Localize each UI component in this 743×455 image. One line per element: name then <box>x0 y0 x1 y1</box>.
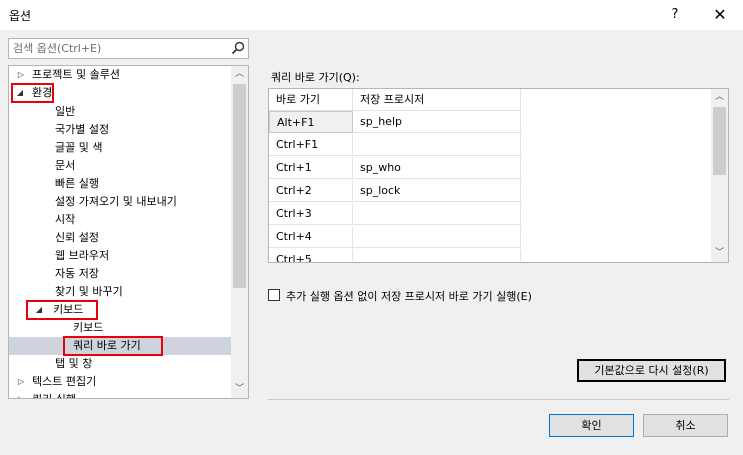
tree-item-tabs-windows[interactable]: 탭 및 창 <box>9 355 231 373</box>
scroll-thumb[interactable] <box>233 84 246 288</box>
expand-arrow-icon[interactable]: ▷ <box>16 391 26 398</box>
tree-item-general[interactable]: 일반 <box>9 103 231 121</box>
procedure-cell[interactable] <box>353 203 521 225</box>
shortcut-cell[interactable]: Ctrl+F1 <box>269 134 353 156</box>
search-input[interactable] <box>13 41 228 56</box>
shortcut-cell[interactable]: Ctrl+1 <box>269 157 353 179</box>
procedure-cell[interactable] <box>353 134 521 156</box>
tree-item-projects[interactable]: ▷ 프로젝트 및 솔루션 <box>9 66 231 84</box>
run-without-options-checkbox[interactable] <box>268 289 280 301</box>
highlight-box <box>63 336 163 356</box>
tree-item-trust[interactable]: 신뢰 설정 <box>9 229 231 247</box>
scroll-up-icon[interactable]: ︿ <box>231 66 248 83</box>
tree-item-find-replace[interactable]: 찾기 및 바꾸기 <box>9 283 231 301</box>
expand-arrow-icon[interactable]: ▷ <box>16 373 26 391</box>
help-button[interactable]: ? <box>663 4 687 26</box>
scroll-thumb[interactable] <box>713 107 726 175</box>
shortcuts-grid[interactable]: 바로 가기 저장 프로시저 Alt+F1 sp_help Ctrl+F1 Ctr… <box>268 88 729 263</box>
highlight-box <box>26 300 98 320</box>
shortcut-cell[interactable]: Ctrl+2 <box>269 180 353 202</box>
tree-item-fonts-colors[interactable]: 글꼴 및 색 <box>9 139 231 157</box>
window-title: 옵션 <box>9 9 32 23</box>
tree-item-autosave[interactable]: 자동 저장 <box>9 265 231 283</box>
close-button[interactable]: ✕ <box>706 4 734 26</box>
column-header-shortcut[interactable]: 바로 가기 <box>269 89 353 111</box>
tree-item-web-browser[interactable]: 웹 브라우저 <box>9 247 231 265</box>
tree-item-text-editor[interactable]: ▷ 텍스트 편집기 <box>9 373 231 391</box>
divider <box>268 399 729 400</box>
cancel-button[interactable]: 취소 <box>643 414 728 437</box>
shortcut-cell[interactable]: Ctrl+4 <box>269 226 353 248</box>
highlight-box <box>11 83 54 103</box>
scroll-up-icon[interactable]: ︿ <box>711 89 728 106</box>
scroll-down-icon[interactable]: ﹀ <box>231 381 248 398</box>
query-shortcuts-label: 쿼리 바로 가기(Q): <box>271 71 360 84</box>
search-box[interactable] <box>8 38 249 59</box>
expand-arrow-icon[interactable]: ▷ <box>16 66 26 84</box>
tree-item-startup[interactable]: 시작 <box>9 211 231 229</box>
tree-scrollbar[interactable]: ︿ ﹀ <box>231 66 248 398</box>
reset-defaults-button[interactable]: 기본값으로 다시 설정(R) <box>577 359 726 382</box>
tree-item-regional[interactable]: 국가별 설정 <box>9 121 231 139</box>
title-bar: 옵션 ? ✕ <box>0 0 743 30</box>
tree-item-documents[interactable]: 문서 <box>9 157 231 175</box>
ok-button[interactable]: 확인 <box>549 414 634 437</box>
scroll-down-icon[interactable]: ﹀ <box>711 245 728 262</box>
search-icon[interactable] <box>231 41 245 55</box>
tree-item-query-execution[interactable]: ▷ 쿼리 실행 <box>9 391 231 398</box>
run-without-options-label[interactable]: 추가 실행 옵션 없이 저장 프로시저 바로 가기 실행(E) <box>286 288 532 304</box>
procedure-cell[interactable]: sp_lock <box>353 180 521 202</box>
procedure-cell[interactable] <box>353 226 521 248</box>
procedure-cell[interactable]: sp_help <box>353 111 521 133</box>
tree-item-import-export[interactable]: 설정 가져오기 및 내보내기 <box>9 193 231 211</box>
options-tree[interactable]: ▷ 프로젝트 및 솔루션 ◢ 환경 일반 국가별 설정 글꼴 및 색 문서 빠른… <box>8 65 249 399</box>
column-header-procedure[interactable]: 저장 프로시저 <box>353 89 521 111</box>
shortcut-cell[interactable]: Ctrl+3 <box>269 203 353 225</box>
procedure-cell[interactable] <box>353 249 521 262</box>
tree-item-quick-launch[interactable]: 빠른 실행 <box>9 175 231 193</box>
grid-scrollbar[interactable]: ︿ ﹀ <box>711 89 728 262</box>
shortcut-cell[interactable]: Alt+F1 <box>269 111 353 133</box>
tree-item-keyboard-sub[interactable]: 키보드 <box>9 319 231 337</box>
procedure-cell[interactable]: sp_who <box>353 157 521 179</box>
shortcut-cell[interactable]: Ctrl+5 <box>269 249 353 262</box>
